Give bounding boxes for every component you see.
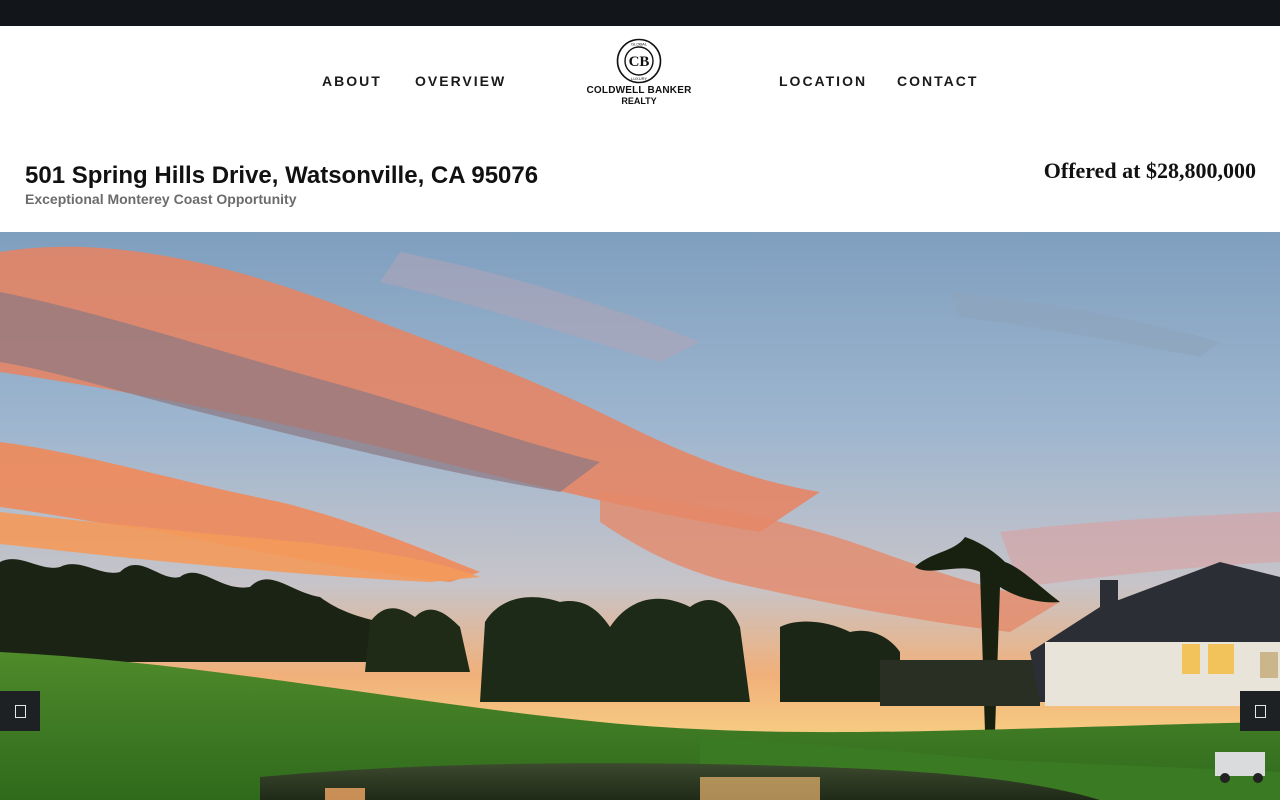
nav-about[interactable]: ABOUT [322,73,382,89]
coldwell-banker-logo[interactable]: CB GLOBAL LUXURY COLDWELL BANKER REALTY [582,38,696,114]
listing-price: Offered at $28,800,000 [1043,158,1256,183]
logo-sub: REALTY [621,96,657,106]
nav-location[interactable]: LOCATION [779,73,867,89]
logo-brand: COLDWELL BANKER [586,85,692,96]
listing-title-block: 501 Spring Hills Drive, Watsonville, CA … [25,161,538,207]
slider-prev-icon [14,704,26,718]
slider-next-icon [1254,704,1266,718]
listing-tagline: Exceptional Monterey Coast Opportunity [25,191,297,207]
slider-next-button[interactable] [1240,691,1280,731]
svg-text:GLOBAL: GLOBAL [631,42,648,47]
nav-contact[interactable]: CONTACT [897,73,978,89]
listing-address: 501 Spring Hills Drive, Watsonville, CA … [25,162,539,189]
svg-text:CB: CB [629,54,650,70]
cb-monogram-icon: CB GLOBAL LUXURY [616,38,662,84]
site-header: ABOUT OVERVIEW CB GLOBAL LUXURY COLDWELL… [0,26,1280,136]
nav-overview[interactable]: OVERVIEW [415,73,506,89]
svg-text:LUXURY: LUXURY [631,76,647,81]
hero-photo [0,232,1280,800]
sunset-golf-course-image [0,232,1280,800]
top-bar [0,0,1280,26]
slider-prev-button[interactable] [0,691,40,731]
